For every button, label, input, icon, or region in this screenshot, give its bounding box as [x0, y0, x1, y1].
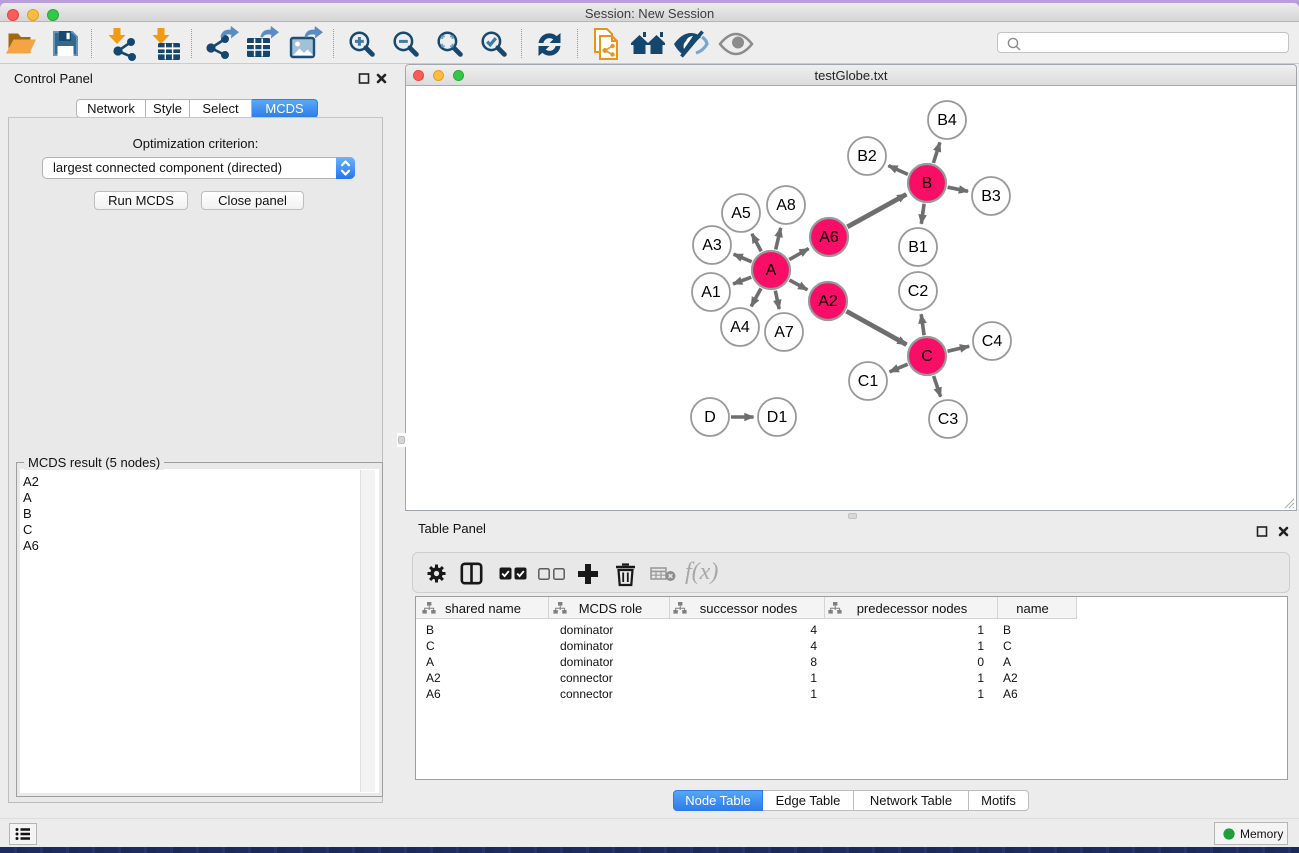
svg-text:B3: B3 — [981, 188, 1001, 205]
svg-text:A5: A5 — [731, 205, 751, 222]
svg-text:C: C — [921, 348, 933, 365]
svg-text:B2: B2 — [857, 148, 877, 165]
svg-text:A8: A8 — [776, 197, 796, 214]
svg-text:A: A — [766, 262, 777, 279]
svg-text:B4: B4 — [937, 112, 957, 129]
svg-text:C3: C3 — [938, 411, 959, 428]
svg-text:C1: C1 — [858, 373, 879, 390]
svg-text:A6: A6 — [819, 229, 839, 246]
svg-text:A1: A1 — [701, 284, 721, 301]
svg-text:A2: A2 — [818, 293, 838, 310]
svg-text:A3: A3 — [702, 237, 722, 254]
svg-text:C4: C4 — [982, 333, 1003, 350]
svg-text:B1: B1 — [908, 239, 928, 256]
svg-text:A4: A4 — [730, 319, 750, 336]
svg-text:B: B — [922, 175, 933, 192]
svg-text:C2: C2 — [908, 283, 929, 300]
svg-text:D1: D1 — [767, 409, 788, 426]
svg-text:D: D — [704, 409, 716, 426]
svg-text:A7: A7 — [774, 324, 794, 341]
